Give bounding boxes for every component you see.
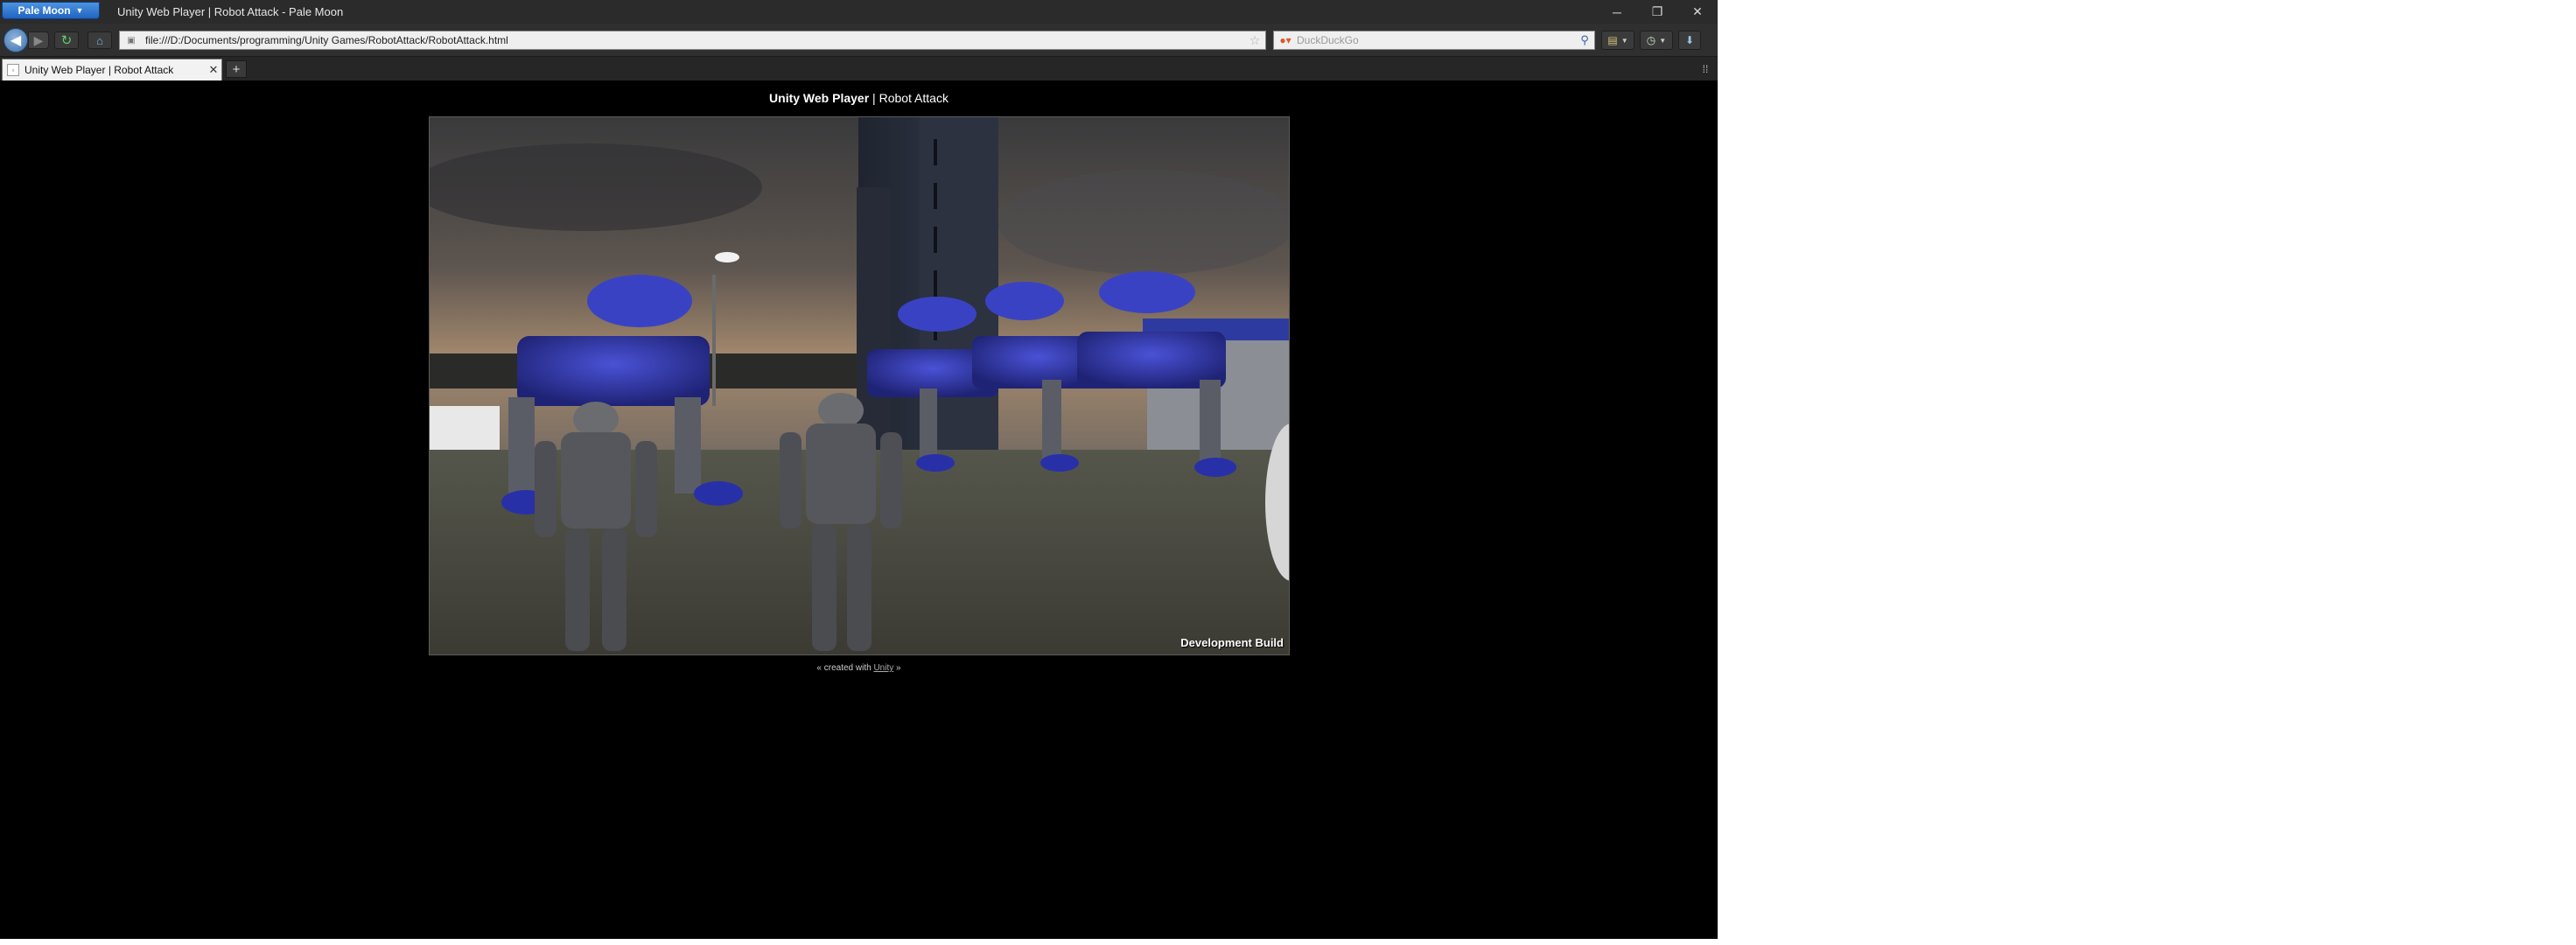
caret-down-icon: ▼ xyxy=(1620,36,1628,45)
reload-icon: ↻ xyxy=(60,33,73,48)
page-title: Unity Web Player | Robot Attack xyxy=(0,91,1718,105)
tab-unity-web-player[interactable]: ▫ Unity Web Player | Robot Attack ✕ xyxy=(2,59,222,80)
tab-list-button[interactable]: ⁞⁞ xyxy=(1698,62,1712,76)
navigation-toolbar: ◀ ▶ ↻ ⌂ ▣ ☆ ●▾ ⚲ ▤ ▼ ◷ ▼ ⬇ xyxy=(0,24,1718,57)
footer-suffix: » xyxy=(893,663,901,673)
home-button[interactable]: ⌂ xyxy=(88,32,112,49)
search-box[interactable]: ●▾ ⚲ xyxy=(1273,31,1595,50)
restore-icon: ❐ xyxy=(1651,4,1663,18)
plus-icon: + xyxy=(232,61,241,77)
reload-button[interactable]: ↻ xyxy=(54,32,79,49)
window-title: Unity Web Player | Robot Attack - Pale M… xyxy=(117,5,344,18)
history-button[interactable]: ◷ ▼ xyxy=(1640,31,1673,50)
cloud xyxy=(998,170,1289,275)
page-favicon-icon: ▫ xyxy=(7,64,19,76)
game-scene[interactable] xyxy=(430,117,1289,654)
app-menu-label: Pale Moon xyxy=(18,4,71,17)
search-input[interactable] xyxy=(1297,32,1575,49)
tab-label: Unity Web Player | Robot Attack xyxy=(24,64,174,76)
caret-down-icon: ▼ xyxy=(75,6,84,15)
page-title-separator: | xyxy=(869,91,879,105)
footer-prefix: « created with xyxy=(816,663,874,673)
development-build-label: Development Build xyxy=(1180,636,1284,649)
close-window-button[interactable]: ✕ xyxy=(1677,0,1718,24)
street-lamp-light xyxy=(715,252,739,262)
downloads-icon: ⬇ xyxy=(1684,34,1695,46)
new-tab-button[interactable]: + xyxy=(226,60,247,78)
forward-button[interactable]: ▶ xyxy=(28,32,49,49)
tab-grid-icon: ⁞⁞ xyxy=(1702,63,1709,75)
minimize-button[interactable]: ─ xyxy=(1597,0,1637,24)
bookmark-star-icon[interactable]: ☆ xyxy=(1244,33,1265,48)
bookmarks-menu-icon: ▤ xyxy=(1607,34,1618,46)
page-title-bold: Unity Web Player xyxy=(769,91,870,105)
unity-link[interactable]: Unity xyxy=(873,663,893,673)
search-magnifier-icon[interactable]: ⚲ xyxy=(1575,33,1594,47)
created-with-footer: « created with Unity » xyxy=(0,663,1718,673)
title-bar: Pale Moon ▼ Unity Web Player | Robot Att… xyxy=(0,0,1718,24)
history-icon: ◷ xyxy=(1646,34,1656,46)
back-arrow-icon: ◀ xyxy=(10,33,22,48)
bookmarks-menu-button[interactable]: ▤ ▼ xyxy=(1601,31,1634,50)
downloads-button[interactable]: ⬇ xyxy=(1678,31,1701,50)
site-identity-icon[interactable]: ▣ xyxy=(124,34,138,46)
browser-window: Pale Moon ▼ Unity Web Player | Robot Att… xyxy=(0,0,1718,939)
minimize-icon: ─ xyxy=(1613,4,1621,19)
page-content: Unity Web Player | Robot Attack Developm… xyxy=(0,80,1718,939)
url-bar[interactable]: ▣ ☆ xyxy=(119,31,1266,50)
url-input[interactable] xyxy=(138,32,1244,49)
tab-close-icon[interactable]: ✕ xyxy=(206,63,221,77)
home-icon: ⌂ xyxy=(96,33,103,47)
page-title-rest: Robot Attack xyxy=(878,91,948,105)
close-icon: ✕ xyxy=(1692,4,1703,18)
forward-arrow-icon: ▶ xyxy=(33,32,44,47)
tab-strip: ▫ Unity Web Player | Robot Attack ✕ + ⁞⁞ xyxy=(0,57,1718,80)
unity-player[interactable]: Development Build xyxy=(429,116,1290,655)
restore-button[interactable]: ❐ xyxy=(1637,0,1677,24)
back-button[interactable]: ◀ xyxy=(4,28,28,52)
duckduckgo-icon[interactable]: ●▾ xyxy=(1274,32,1297,49)
caret-down-icon: ▼ xyxy=(1659,36,1667,45)
app-menu-button[interactable]: Pale Moon ▼ xyxy=(2,2,100,19)
